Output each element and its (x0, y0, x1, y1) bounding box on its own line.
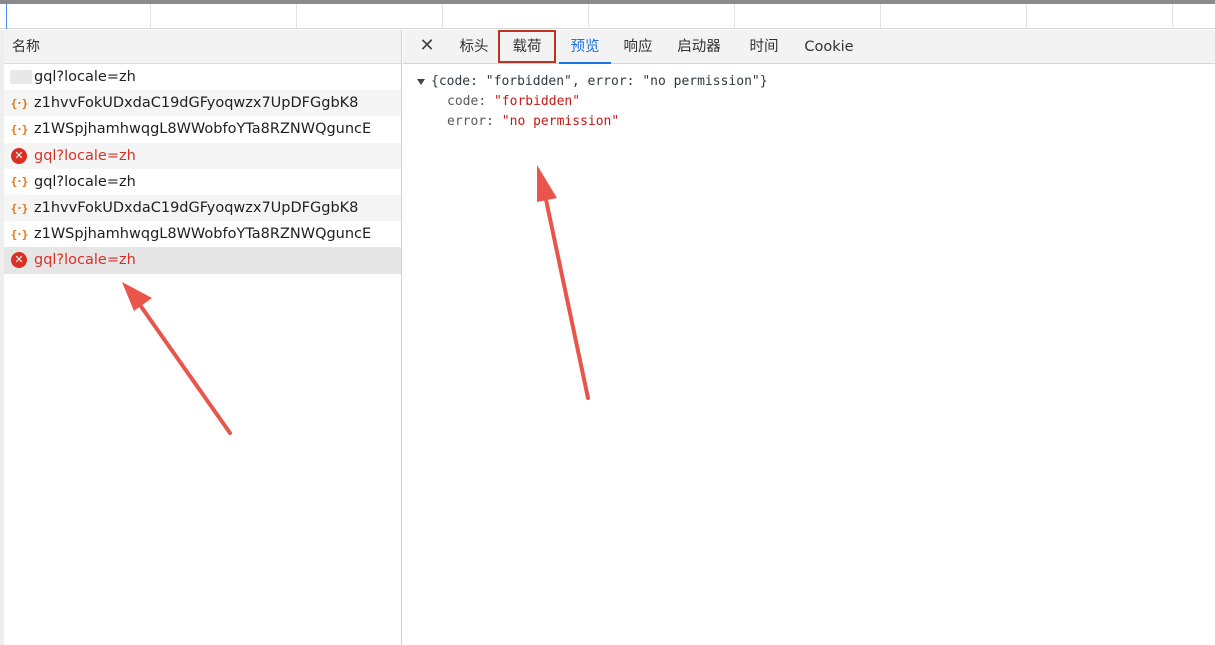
network-overview-timeline[interactable] (0, 4, 1215, 29)
close-icon[interactable]: ✕ (417, 36, 437, 56)
timeline-grid-line (150, 4, 151, 29)
timeline-cursor (6, 4, 7, 29)
json-icon: {·} (10, 201, 29, 215)
request-list-panel: 名称 gql?locale=zh {·} z1hvvFokUDxdaC19dGF… (0, 30, 402, 645)
request-name: gql?locale=zh (34, 69, 136, 86)
request-name: z1WSpjhamhwqgL8WWobfoYTa8RZNWQguncE (34, 121, 372, 138)
timeline-grid-line (880, 4, 881, 29)
active-tab-indicator (559, 62, 611, 64)
json-root-line[interactable]: {code: "forbidden", error: "no permissio… (417, 72, 768, 92)
tab-cookies[interactable]: Cookie (799, 30, 859, 64)
blurred-icon (10, 70, 32, 85)
timeline-grid-line (1172, 4, 1173, 29)
timeline-grid-line (296, 4, 297, 29)
request-row[interactable]: {·} z1hvvFokUDxdaC19dGFyoqwzx7UpDFGgbK8 (4, 90, 401, 117)
tab-response[interactable]: 响应 (617, 30, 659, 64)
timeline-grid-line (1026, 4, 1027, 29)
detail-tab-bar: ✕ 标头 载荷 预览 响应 启动器 时间 Cookie (403, 30, 1215, 64)
json-value: "forbidden" (493, 94, 581, 109)
json-preview: {code: "forbidden", error: "no permissio… (417, 72, 768, 132)
request-row-selected[interactable]: ✕ gql?locale=zh (4, 247, 401, 274)
request-row[interactable]: {·} z1hvvFokUDxdaC19dGFyoqwzx7UpDFGgbK8 (4, 194, 401, 222)
request-row[interactable]: ✕ gql?locale=zh (4, 142, 401, 169)
request-name: z1hvvFokUDxdaC19dGFyoqwzx7UpDFGgbK8 (34, 95, 359, 112)
tab-initiator[interactable]: 启动器 (671, 30, 727, 64)
json-field: code: "forbidden" (447, 94, 581, 109)
name-column-header[interactable]: 名称 (4, 30, 401, 64)
request-name: gql?locale=zh (34, 147, 136, 164)
json-icon: {·} (10, 122, 29, 136)
request-name: gql?locale=zh (34, 252, 136, 269)
tab-headers[interactable]: 标头 (453, 30, 495, 64)
request-row[interactable]: {·} z1WSpjhamhwqgL8WWobfoYTa8RZNWQguncE (4, 116, 401, 143)
request-name: z1WSpjhamhwqgL8WWobfoYTa8RZNWQguncE (34, 226, 372, 243)
json-value: "no permission" (501, 114, 620, 129)
json-field: error: "no permission" (447, 114, 620, 129)
tab-preview-label: 预览 (570, 39, 600, 55)
json-icon: {·} (10, 227, 29, 241)
timeline-grid-line (588, 4, 589, 29)
json-key: code (447, 94, 479, 109)
tab-preview[interactable]: 预览 (559, 30, 611, 64)
timeline-grid-line (734, 4, 735, 29)
error-icon: ✕ (10, 147, 28, 165)
request-row[interactable]: gql?locale=zh (4, 64, 401, 91)
request-name: z1hvvFokUDxdaC19dGFyoqwzx7UpDFGgbK8 (34, 200, 359, 217)
json-icon: {·} (10, 96, 29, 110)
request-detail-panel: ✕ 标头 载荷 预览 响应 启动器 时间 Cookie {code: "forb… (403, 30, 1215, 645)
tab-timing[interactable]: 时间 (743, 30, 785, 64)
expand-caret-icon[interactable] (417, 78, 425, 85)
error-icon: ✕ (10, 251, 28, 269)
tab-payload[interactable]: 载荷 (498, 30, 556, 63)
request-list: gql?locale=zh {·} z1hvvFokUDxdaC19dGFyoq… (4, 64, 401, 274)
request-name: gql?locale=zh (34, 173, 136, 190)
json-key: error (447, 114, 487, 129)
json-icon: {·} (10, 175, 29, 189)
request-row[interactable]: {·} gql?locale=zh (4, 168, 401, 195)
request-row[interactable]: {·} z1WSpjhamhwqgL8WWobfoYTa8RZNWQguncE (4, 221, 401, 248)
json-summary: {code: "forbidden", error: "no permissio… (431, 74, 768, 89)
timeline-grid-line (442, 4, 443, 29)
